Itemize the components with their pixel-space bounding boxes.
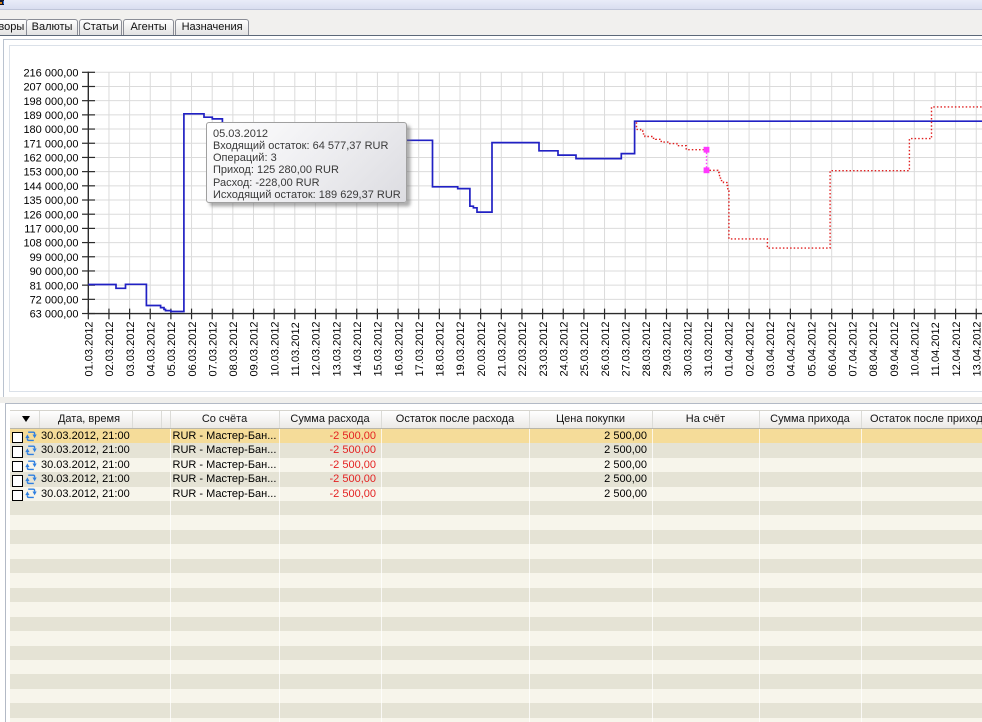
svg-text:05.04.2012: 05.04.2012 [806, 321, 818, 376]
svg-text:144 000,00: 144 000,00 [23, 181, 78, 193]
svg-text:20.03.2012: 20.03.2012 [476, 321, 488, 376]
svg-text:02.04.2012: 02.04.2012 [744, 321, 756, 376]
svg-text:08.04.2012: 08.04.2012 [868, 321, 880, 376]
svg-text:28.03.2012: 28.03.2012 [641, 321, 653, 376]
svg-text:216 000,00: 216 000,00 [23, 67, 78, 79]
svg-text:72 000,00: 72 000,00 [30, 294, 79, 306]
svg-text:25.03.2012: 25.03.2012 [579, 321, 591, 376]
svg-text:07.03.2012: 07.03.2012 [207, 321, 219, 376]
svg-text:06.04.2012: 06.04.2012 [827, 321, 839, 376]
svg-text:189 000,00: 189 000,00 [23, 110, 78, 122]
svg-text:29.03.2012: 29.03.2012 [662, 321, 674, 376]
svg-text:99 000,00: 99 000,00 [30, 252, 79, 264]
svg-text:05.03.2012: 05.03.2012 [166, 321, 178, 376]
svg-text:108 000,00: 108 000,00 [23, 238, 78, 250]
svg-text:180 000,00: 180 000,00 [23, 124, 78, 136]
svg-text:81 000,00: 81 000,00 [30, 280, 79, 292]
svg-text:04.03.2012: 04.03.2012 [145, 321, 157, 376]
svg-text:22.03.2012: 22.03.2012 [517, 321, 529, 376]
svg-text:03.03.2012: 03.03.2012 [125, 321, 137, 376]
svg-text:198 000,00: 198 000,00 [23, 96, 78, 108]
svg-text:11.03.2012: 11.03.2012 [290, 322, 302, 376]
svg-text:09.03.2012: 09.03.2012 [249, 321, 261, 376]
svg-text:01.03.2012: 01.03.2012 [84, 321, 96, 376]
svg-text:08.03.2012: 08.03.2012 [228, 321, 240, 376]
svg-text:04.04.2012: 04.04.2012 [786, 321, 798, 376]
svg-text:10.04.2012: 10.04.2012 [910, 321, 922, 376]
svg-text:12.04.2012: 12.04.2012 [951, 321, 963, 376]
svg-text:30.03.2012: 30.03.2012 [682, 321, 694, 376]
svg-text:153 000,00: 153 000,00 [23, 167, 78, 179]
svg-text:12.03.2012: 12.03.2012 [311, 321, 323, 376]
svg-text:09.04.2012: 09.04.2012 [889, 321, 901, 376]
svg-text:90 000,00: 90 000,00 [30, 266, 79, 278]
svg-text:01.04.2012: 01.04.2012 [724, 321, 736, 376]
svg-text:13.04.2012: 13.04.2012 [971, 321, 982, 376]
svg-text:19.03.2012: 19.03.2012 [455, 321, 467, 376]
svg-text:02.03.2012: 02.03.2012 [104, 321, 116, 376]
svg-text:16.03.2012: 16.03.2012 [393, 321, 405, 376]
svg-text:17.03.2012: 17.03.2012 [414, 321, 426, 376]
svg-text:11.04.2012: 11.04.2012 [930, 322, 942, 376]
svg-text:14.03.2012: 14.03.2012 [352, 321, 364, 376]
svg-text:26.03.2012: 26.03.2012 [600, 321, 612, 376]
svg-text:21.03.2012: 21.03.2012 [497, 321, 509, 376]
svg-text:18.03.2012: 18.03.2012 [435, 321, 447, 376]
svg-text:135 000,00: 135 000,00 [23, 195, 78, 207]
svg-text:171 000,00: 171 000,00 [23, 138, 78, 150]
svg-text:31.03.2012: 31.03.2012 [703, 321, 715, 376]
svg-text:13.03.2012: 13.03.2012 [331, 321, 343, 376]
svg-text:63 000,00: 63 000,00 [30, 309, 79, 321]
svg-text:03.04.2012: 03.04.2012 [765, 321, 777, 376]
svg-text:23.03.2012: 23.03.2012 [538, 321, 550, 376]
svg-text:162 000,00: 162 000,00 [23, 153, 78, 165]
svg-text:126 000,00: 126 000,00 [23, 209, 78, 221]
svg-text:117 000,00: 117 000,00 [24, 223, 78, 235]
svg-text:10.03.2012: 10.03.2012 [269, 321, 281, 376]
svg-text:06.03.2012: 06.03.2012 [187, 321, 199, 376]
svg-text:207 000,00: 207 000,00 [23, 82, 78, 94]
svg-text:07.04.2012: 07.04.2012 [848, 321, 860, 376]
svg-text:27.03.2012: 27.03.2012 [620, 321, 632, 376]
svg-text:15.03.2012: 15.03.2012 [373, 321, 385, 376]
svg-text:24.03.2012: 24.03.2012 [558, 321, 570, 376]
